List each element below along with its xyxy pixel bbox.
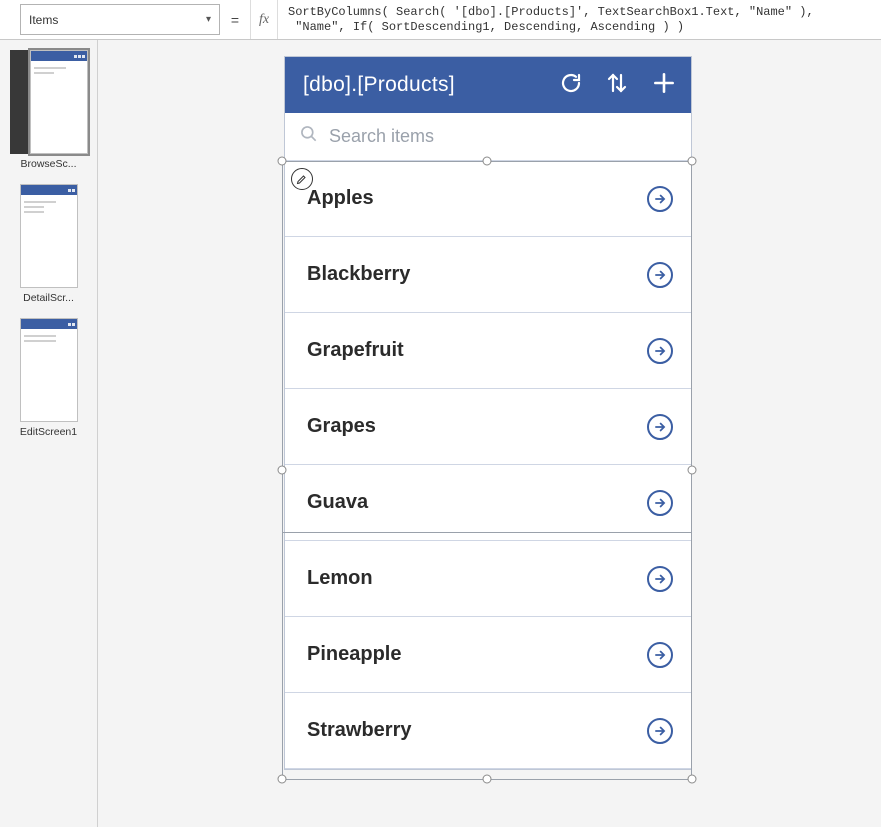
fx-label[interactable]: fx bbox=[250, 0, 278, 39]
screen-thumb-edit[interactable]: EditScreen1 bbox=[0, 318, 97, 438]
design-canvas[interactable]: [dbo].[Products] bbox=[98, 40, 881, 827]
screens-panel: BrowseSc... DetailScr... EditScreen1 bbox=[0, 40, 98, 827]
equals-label: = bbox=[220, 0, 250, 39]
property-dropdown-value: Items bbox=[29, 13, 58, 27]
app-header: [dbo].[Products] bbox=[285, 57, 691, 113]
gallery-item[interactable]: Grapes bbox=[285, 389, 691, 465]
chevron-right-icon[interactable] bbox=[647, 414, 673, 440]
gallery-item-title: Grapefruit bbox=[307, 339, 404, 362]
formula-editor[interactable]: SortByColumns( Search( '[dbo].[Products]… bbox=[278, 0, 881, 39]
gallery-item[interactable]: Lemon bbox=[285, 541, 691, 617]
screen-thumb-label: BrowseSc... bbox=[20, 158, 76, 170]
refresh-icon[interactable] bbox=[559, 71, 583, 100]
chevron-right-icon[interactable] bbox=[647, 262, 673, 288]
gallery[interactable]: Apples Blackberry Grapefruit Grapes Guava Lem… bbox=[285, 161, 691, 769]
chevron-right-icon[interactable] bbox=[647, 566, 673, 592]
gallery-item[interactable]: Grapefruit bbox=[285, 313, 691, 389]
phone-preview: [dbo].[Products] bbox=[284, 56, 692, 770]
gallery-item[interactable]: Guava bbox=[285, 465, 691, 541]
gallery-item-title: Grapes bbox=[307, 415, 376, 438]
sort-icon[interactable] bbox=[605, 71, 629, 100]
gallery-item-title: Guava bbox=[307, 491, 368, 514]
gallery-item-title: Pineapple bbox=[307, 643, 401, 666]
gallery-item[interactable]: Blackberry bbox=[285, 237, 691, 313]
gallery-item-title: Strawberry bbox=[307, 719, 412, 742]
formula-bar: Items ▾ = fx SortByColumns( Search( '[db… bbox=[0, 0, 881, 40]
gallery-item-title: Lemon bbox=[307, 567, 373, 590]
screen-thumb-label: DetailScr... bbox=[23, 292, 74, 304]
gallery-item[interactable]: Strawberry bbox=[285, 693, 691, 769]
gallery-item-title: Blackberry bbox=[307, 263, 410, 286]
search-input[interactable] bbox=[329, 126, 677, 147]
chevron-right-icon[interactable] bbox=[647, 490, 673, 516]
chevron-down-icon: ▾ bbox=[206, 14, 211, 25]
gallery-item-title: Apples bbox=[307, 187, 374, 210]
chevron-right-icon[interactable] bbox=[647, 186, 673, 212]
chevron-right-icon[interactable] bbox=[647, 642, 673, 668]
search-row bbox=[285, 113, 691, 161]
property-dropdown[interactable]: Items ▾ bbox=[20, 4, 220, 35]
screen-thumb-label: EditScreen1 bbox=[20, 426, 77, 438]
chevron-right-icon[interactable] bbox=[647, 338, 673, 364]
gallery-item[interactable]: Apples bbox=[285, 161, 691, 237]
search-icon bbox=[299, 124, 329, 149]
screen-thumb-detail[interactable]: DetailScr... bbox=[0, 184, 97, 304]
gallery-item[interactable]: Pineapple bbox=[285, 617, 691, 693]
screen-thumb-browse[interactable]: BrowseSc... bbox=[0, 50, 97, 170]
chevron-right-icon[interactable] bbox=[647, 718, 673, 744]
app-title: [dbo].[Products] bbox=[303, 73, 559, 97]
add-icon[interactable] bbox=[651, 70, 677, 101]
edit-icon[interactable] bbox=[291, 168, 313, 190]
